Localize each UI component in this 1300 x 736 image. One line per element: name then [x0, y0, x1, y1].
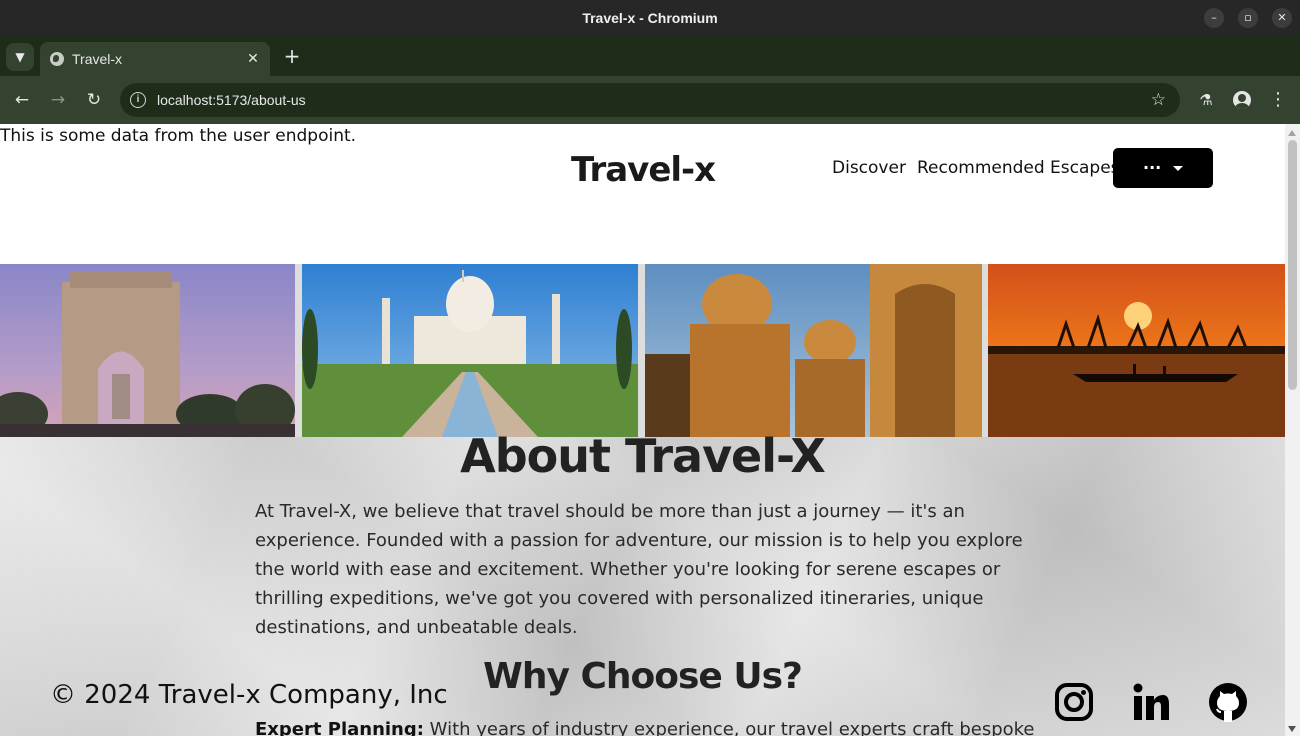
more-dropdown-button[interactable]: ··· — [1113, 148, 1213, 188]
web-page: This is some data from the user endpoint… — [0, 124, 1285, 736]
browser-tab[interactable]: Travel-x ✕ — [40, 42, 270, 76]
browser-toolbar: ← → ↻ i localhost:5173/about-us ☆ ⚗ ⋮ — [0, 76, 1300, 124]
window-title: Travel-x - Chromium — [582, 10, 718, 26]
forward-arrow-icon[interactable]: → — [46, 88, 70, 112]
tab-strip: ▼ Travel-x ✕ + — [0, 36, 1300, 76]
site-info-icon[interactable]: i — [130, 92, 146, 108]
bookmark-star-icon[interactable]: ☆ — [1151, 83, 1166, 117]
scroll-down-arrow-icon[interactable] — [1288, 726, 1296, 732]
site-logo[interactable]: Travel-x — [571, 150, 716, 190]
profile-icon[interactable] — [1233, 91, 1251, 109]
linkedin-icon[interactable] — [1131, 682, 1171, 722]
url-text[interactable]: localhost:5173/about-us — [157, 83, 306, 117]
maximize-button[interactable]: ▫ — [1238, 8, 1258, 28]
nav-link-recommended-escapes[interactable]: Recommended Escapes — [917, 158, 1120, 178]
window-titlebar: Travel-x - Chromium – ▫ ✕ — [0, 0, 1300, 36]
tab-search-button[interactable]: ▼ — [6, 43, 34, 71]
minimize-button[interactable]: – — [1204, 8, 1224, 28]
kerala-backwaters-sunset-photo — [988, 264, 1285, 437]
expert-planning-text: Expert Planning: With years of industry … — [255, 715, 1035, 736]
taj-mahal-photo — [302, 264, 638, 437]
more-dots: ··· — [1143, 158, 1162, 177]
address-bar[interactable]: i localhost:5173/about-us ☆ — [120, 83, 1180, 117]
about-paragraph: At Travel-X, we believe that travel shou… — [255, 501, 1023, 638]
close-window-button[interactable]: ✕ — [1272, 8, 1292, 28]
scroll-up-arrow-icon[interactable] — [1288, 130, 1296, 136]
github-icon[interactable] — [1208, 682, 1248, 722]
tab-close-icon[interactable]: ✕ — [244, 50, 262, 68]
expert-planning-body: With years of industry experience, our t… — [423, 719, 1035, 736]
footer-copyright: © 2024 Travel-x Company, Inc — [50, 680, 448, 710]
expert-planning-label: Expert Planning: — [255, 719, 424, 736]
about-title: About Travel-X — [460, 429, 826, 483]
reload-icon[interactable]: ↻ — [82, 88, 106, 112]
jaisalmer-cenotaphs-photo — [645, 264, 982, 437]
caret-down-icon — [1173, 166, 1183, 171]
labs-flask-icon[interactable]: ⚗ — [1194, 88, 1218, 112]
page-scrollbar[interactable] — [1285, 124, 1300, 736]
user-endpoint-text: This is some data from the user endpoint… — [0, 126, 357, 146]
nav-link-discover[interactable]: Discover — [832, 158, 906, 178]
tab-title: Travel-x — [72, 51, 123, 67]
kebab-menu-icon[interactable]: ⋮ — [1266, 88, 1290, 112]
photo-gallery — [0, 264, 1285, 437]
scrollbar-thumb[interactable] — [1288, 140, 1297, 390]
back-arrow-icon[interactable]: ← — [10, 88, 34, 112]
instagram-icon[interactable] — [1054, 682, 1094, 722]
new-tab-button[interactable]: + — [280, 44, 304, 68]
chevron-down-icon: ▼ — [15, 50, 25, 64]
globe-icon — [50, 52, 64, 66]
india-gate-photo — [0, 264, 295, 437]
